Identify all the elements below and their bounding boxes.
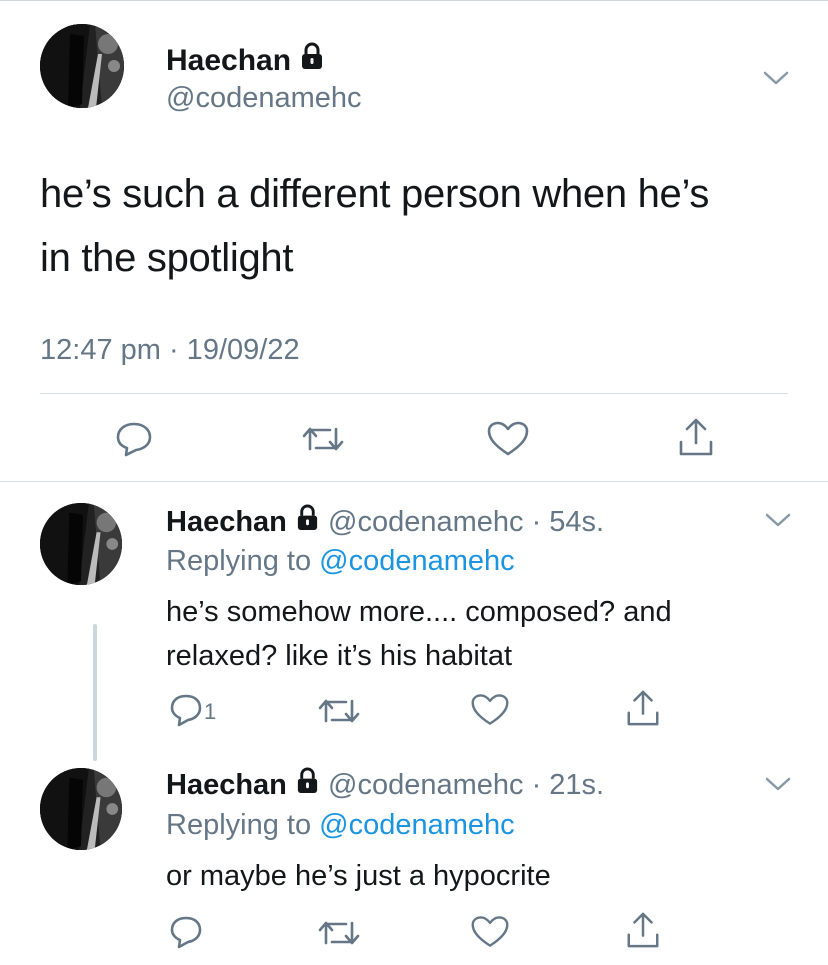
share-icon[interactable] [676, 416, 716, 458]
lock-icon [295, 504, 320, 531]
avatar[interactable] [40, 503, 122, 585]
author-handle[interactable]: @codenamehc [166, 82, 362, 115]
author-name[interactable]: Haechan [166, 506, 287, 538]
share-icon[interactable] [624, 910, 662, 950]
reply-text-line-1: he’s somehow more.... composed? and [166, 596, 672, 628]
avatar[interactable] [40, 24, 124, 108]
chevron-down-icon[interactable] [762, 70, 790, 88]
reply-icon[interactable] [114, 420, 154, 458]
share-icon[interactable] [624, 688, 662, 728]
avatar-image [40, 503, 122, 585]
handle-and-time[interactable]: @codenamehc · 54s. [328, 506, 604, 538]
chevron-down-icon[interactable] [764, 776, 792, 794]
retweet-icon[interactable] [300, 421, 346, 457]
top-border [0, 0, 828, 1]
heart-icon[interactable] [486, 420, 530, 458]
reply-text-line-2: relaxed? like it’s his habitat [166, 640, 513, 672]
lock-icon [299, 42, 325, 70]
thread-line [93, 624, 97, 761]
replying-to-label: Replying to [166, 545, 312, 577]
reply-count: 1 [204, 699, 217, 724]
heart-icon[interactable] [470, 914, 510, 950]
avatar-image [40, 768, 122, 850]
divider [40, 393, 788, 394]
retweet-icon[interactable] [316, 915, 362, 951]
tweet-text-line-2: in the spotlight [40, 236, 294, 280]
handle-and-time[interactable]: @codenamehc · 21s. [328, 769, 604, 801]
heart-icon[interactable] [470, 692, 510, 728]
tweet-text-line-1: he’s such a different person when he’s [40, 172, 710, 216]
timestamp[interactable]: 12:47 pm · 19/09/22 [40, 334, 300, 367]
author-name[interactable]: Haechan [166, 769, 287, 801]
divider [0, 481, 828, 482]
avatar-image [40, 24, 124, 108]
replying-to-handle[interactable]: @codenamehc [319, 545, 515, 577]
retweet-icon[interactable] [316, 693, 362, 729]
reply-icon[interactable] [168, 914, 208, 952]
lock-icon [295, 767, 320, 794]
reply-icon[interactable] [168, 692, 208, 730]
replying-to-handle[interactable]: @codenamehc [319, 809, 515, 841]
author-name[interactable]: Haechan [166, 44, 291, 77]
chevron-down-icon[interactable] [764, 512, 792, 530]
replying-to-label: Replying to [166, 809, 312, 841]
avatar[interactable] [40, 768, 122, 850]
reply-text-line-1: or maybe he’s just a hypocrite [166, 860, 551, 892]
